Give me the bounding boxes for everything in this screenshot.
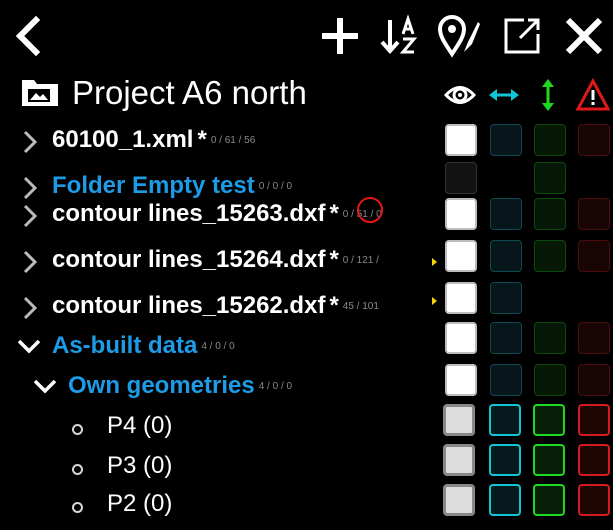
vertical-checkbox[interactable] [533,484,565,516]
item-name: P2 (0) [107,490,173,517]
horizontal-arrows-icon[interactable] [487,78,527,112]
bullet-icon [72,424,83,435]
modified-star: * [197,126,207,153]
warning-checkbox[interactable] [578,240,610,272]
visibility-checkbox[interactable] [445,282,477,314]
visibility-checkbox[interactable] [443,404,475,436]
eye-visibility-icon[interactable] [443,78,483,112]
horizontal-checkbox[interactable] [489,444,521,476]
item-name: P4 (0) [107,412,173,439]
item-counts: 4 / 0 / 0 [201,341,235,353]
warning-checkbox[interactable] [578,404,610,436]
folder-name: As-built data [52,332,198,359]
visibility-checkbox[interactable] [445,322,477,354]
horizontal-checkbox[interactable] [490,240,522,272]
item-counts: 45 / 101 [342,301,379,313]
horizontal-checkbox[interactable] [489,484,521,516]
vertical-checkbox[interactable] [534,124,566,156]
bullet-icon [72,502,83,513]
item-name: contour lines_15264.dxf [52,246,326,273]
vertical-checkbox[interactable] [534,364,566,396]
vertical-arrows-icon[interactable] [531,78,571,112]
warning-checkbox[interactable] [578,322,610,354]
vertical-checkbox[interactable] [534,198,566,230]
list-item[interactable]: P2 (0) [0,484,440,530]
warning-checkbox[interactable] [578,444,610,476]
chevron-right-icon[interactable] [22,249,38,280]
visibility-checkbox[interactable] [445,162,477,194]
modified-star: * [329,292,339,319]
visibility-checkbox[interactable] [445,124,477,156]
warning-checkbox[interactable] [578,198,610,230]
plus-icon[interactable] [318,14,362,58]
chevron-right-icon[interactable] [22,129,38,160]
item-counts: 0 / 0 / 0 [258,181,293,193]
item-counts: 0 / 61 / 56 [210,135,256,147]
sort-a-z-icon[interactable] [378,14,422,58]
item-counts: 4 / 0 / 0 [258,381,293,393]
map-marker-edit-icon[interactable] [436,14,480,58]
visibility-checkbox[interactable] [445,198,477,230]
modified-star: * [329,200,339,227]
list-item[interactable]: contour lines_15264.dxf * 0 / 121 / [0,240,440,286]
open-external-icon[interactable] [500,14,544,58]
toolbar [0,0,613,72]
item-name: contour lines_15263.dxf [52,200,326,227]
project-title: Project A6 north [0,72,440,112]
vertical-checkbox[interactable] [534,322,566,354]
visibility-checkbox[interactable] [443,444,475,476]
warning-checkbox[interactable] [578,124,610,156]
visibility-checkbox[interactable] [445,240,477,272]
chevron-right-icon[interactable] [22,203,38,234]
vertical-checkbox[interactable] [534,162,566,194]
item-name: contour lines_15262.dxf [52,292,326,319]
back-chevron-icon[interactable] [8,14,52,58]
horizontal-checkbox[interactable] [490,282,522,314]
chevron-down-icon[interactable] [16,338,42,361]
list-item[interactable]: 60100_1.xml * 0 / 61 / 56 [0,120,440,166]
yellow-arrow-icon [432,258,437,266]
bullet-icon [72,464,83,475]
modified-star: * [329,246,339,273]
item-counts: 0 / 121 / [342,255,379,267]
folder-image-icon [20,76,60,113]
close-icon[interactable] [562,14,606,58]
horizontal-checkbox[interactable] [490,322,522,354]
vertical-checkbox[interactable] [534,240,566,272]
horizontal-checkbox[interactable] [489,404,521,436]
horizontal-checkbox[interactable] [490,124,522,156]
horizontal-checkbox[interactable] [490,198,522,230]
chevron-right-icon[interactable] [22,295,38,326]
vertical-checkbox[interactable] [533,444,565,476]
project-name: Project A6 north [72,74,307,111]
item-name: P3 (0) [107,452,173,479]
folder-name: Own geometries [68,372,255,399]
horizontal-checkbox[interactable] [490,364,522,396]
highlight-circle [357,197,383,223]
warning-checkbox[interactable] [578,484,610,516]
warning-checkbox[interactable] [578,364,610,396]
item-name: 60100_1.xml [52,126,194,153]
visibility-checkbox[interactable] [445,364,477,396]
vertical-checkbox[interactable] [533,404,565,436]
visibility-checkbox[interactable] [443,484,475,516]
yellow-arrow-icon [432,297,437,305]
chevron-down-icon[interactable] [32,378,58,401]
warning-triangle-icon[interactable] [575,77,613,112]
